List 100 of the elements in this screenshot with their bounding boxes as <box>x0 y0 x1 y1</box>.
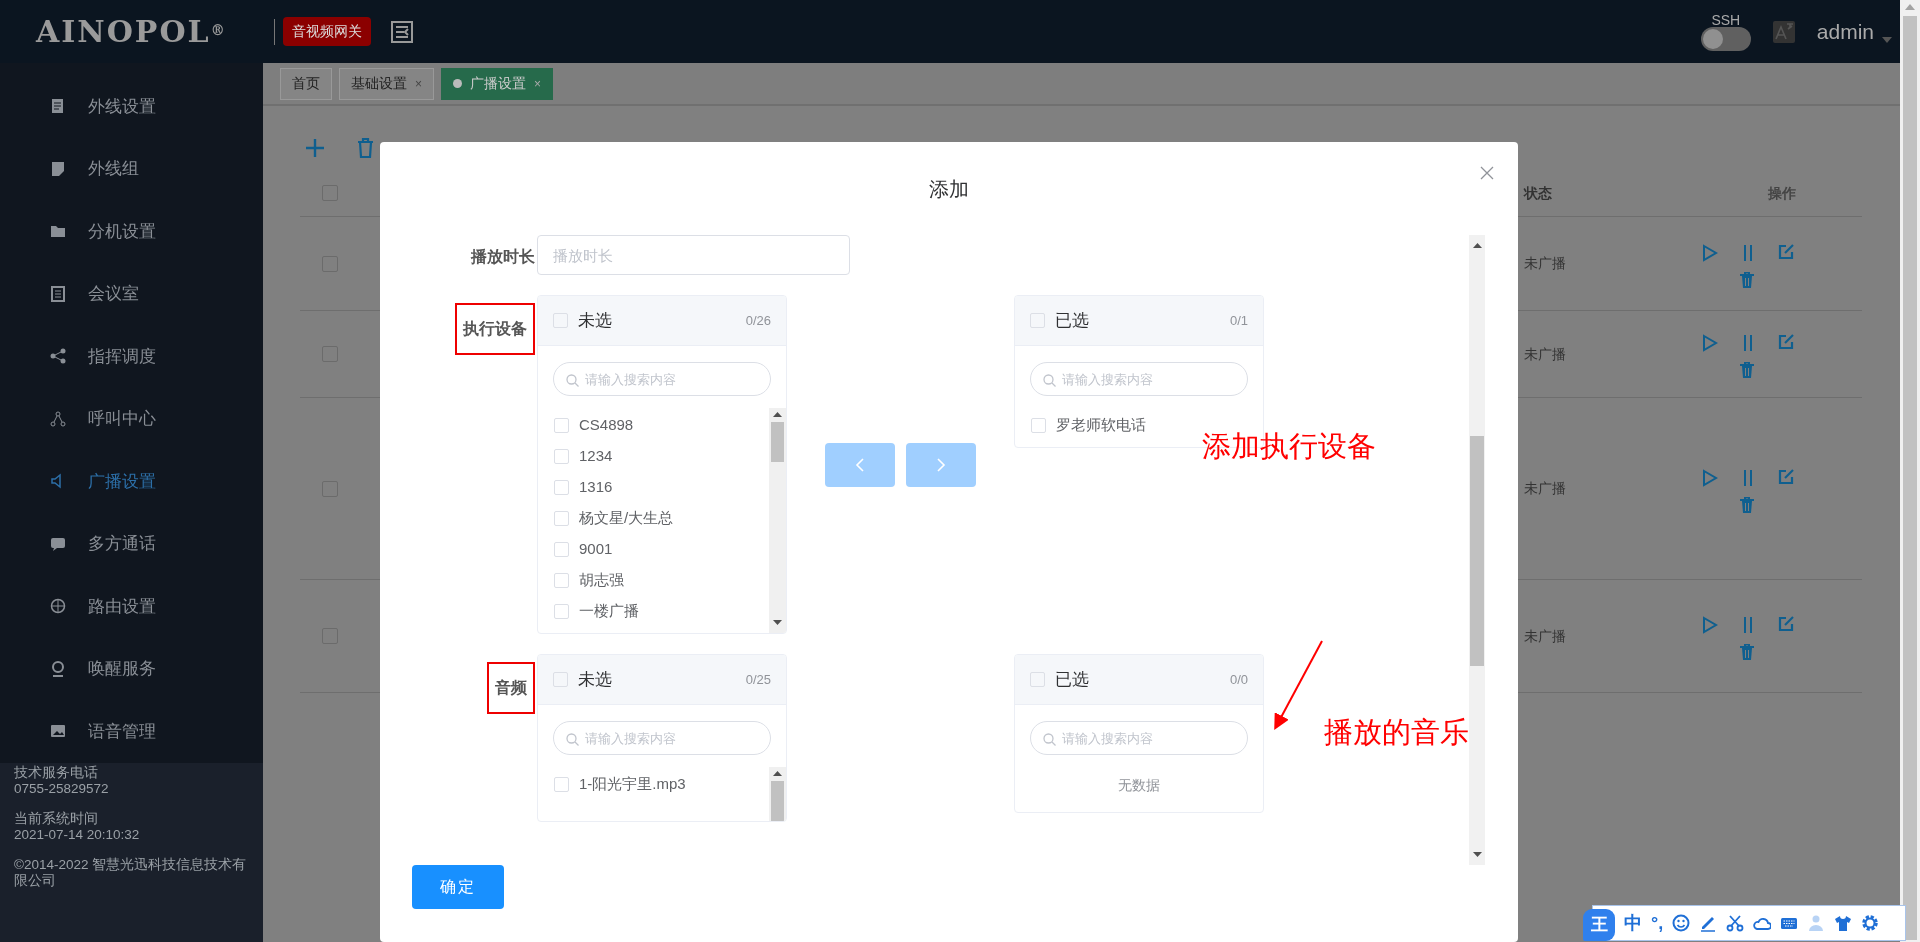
play-icon[interactable] <box>1702 334 1718 352</box>
caret-icon[interactable] <box>1882 36 1892 43</box>
table-cell-text: 未广播 <box>1524 344 1567 364</box>
sidebar-item[interactable]: 多方通话 <box>0 512 263 575</box>
translate-icon[interactable] <box>1772 20 1795 43</box>
list-item[interactable]: 1234 <box>538 441 769 472</box>
trash-icon[interactable] <box>1740 496 1754 513</box>
info-label: ©2014-2022 智慧光迅科技信息技术有限公司 <box>14 857 248 890</box>
sidebar-item[interactable]: 唤醒服务 <box>0 637 263 700</box>
edit-icon[interactable] <box>1778 243 1794 260</box>
settings-icon[interactable] <box>1861 914 1880 932</box>
search-field[interactable]: 请输入搜索内容 <box>1030 721 1248 755</box>
scroll-up-icon[interactable] <box>773 771 782 776</box>
scroll-down-icon[interactable] <box>1472 852 1482 857</box>
item-count: 0/0 <box>1229 670 1248 689</box>
list-item[interactable]: 1316 <box>538 472 769 503</box>
sidebar-item[interactable]: 语音管理 <box>0 700 263 763</box>
list-scrollbar[interactable] <box>769 767 786 821</box>
column-header: 操作 <box>1767 183 1797 203</box>
pen-icon[interactable] <box>1699 914 1718 932</box>
info-label: 当前系统时间 <box>14 810 99 828</box>
ssh-toggle[interactable] <box>1700 26 1751 51</box>
sidebar-item[interactable]: 路由设置 <box>0 575 263 638</box>
panel-title: 已选 <box>1055 668 1090 691</box>
edit-icon[interactable] <box>1778 616 1794 632</box>
scrollbar-thumb[interactable] <box>1903 16 1917 940</box>
scroll-up-icon[interactable] <box>1472 243 1482 248</box>
input-mode-toggle[interactable]: 中 <box>1624 914 1642 932</box>
input-field[interactable]: 播放时长 <box>537 235 850 275</box>
scroll-down-icon[interactable] <box>773 620 782 625</box>
sidebar-item[interactable]: 广播设置 <box>0 450 263 513</box>
user-name[interactable]: admin <box>1816 15 1874 48</box>
punctuation-toggle[interactable]: °, <box>1651 914 1664 932</box>
shirt-icon[interactable] <box>1834 914 1853 932</box>
person-icon[interactable] <box>1807 914 1826 932</box>
item-count: 0/25 <box>745 670 771 689</box>
search-field[interactable]: 请输入搜索内容 <box>553 362 771 396</box>
close-icon[interactable] <box>1480 166 1494 180</box>
gateway-badge: 音视频网关 <box>283 17 371 46</box>
annotation-text: 播放的音乐 <box>1324 715 1469 750</box>
list-item[interactable]: 1-阳光宇里.mp3 <box>538 769 769 800</box>
scissors-icon[interactable] <box>1726 914 1745 932</box>
info-value: 2021-07-14 20:10:32 <box>14 827 141 844</box>
page-scrollbar[interactable] <box>1900 0 1920 942</box>
edit-icon[interactable] <box>1778 468 1794 485</box>
trash-icon[interactable] <box>1740 362 1754 378</box>
sidebar-item[interactable]: 外线组 <box>0 137 263 200</box>
ssh-label: SSH <box>1711 12 1741 27</box>
play-icon[interactable] <box>1702 243 1718 262</box>
network-icon <box>50 348 66 365</box>
trash-icon[interactable] <box>357 138 374 158</box>
list-item[interactable]: 胡志强 <box>538 565 769 596</box>
dialog-title: 添加 <box>929 176 969 202</box>
ime-logo[interactable]: 王 <box>1583 909 1615 941</box>
field-label: 播放时长 <box>471 247 535 267</box>
chevron-left-icon <box>855 457 865 472</box>
edit-icon[interactable] <box>1778 334 1794 350</box>
scrollbar-thumb[interactable] <box>1470 436 1484 666</box>
tab[interactable]: 广播设置 × <box>441 67 554 100</box>
search-icon <box>1043 374 1056 387</box>
search-icon <box>566 733 579 746</box>
trash-icon[interactable] <box>1740 644 1754 660</box>
menu-icon[interactable] <box>391 20 413 43</box>
scrollbar-thumb[interactable] <box>771 422 784 462</box>
sidebar-item[interactable]: 分机设置 <box>0 200 263 263</box>
document-icon <box>50 98 66 115</box>
sidebar-item[interactable]: 会议室 <box>0 262 263 325</box>
tab-close-button[interactable]: × <box>534 74 542 93</box>
plus-icon[interactable] <box>305 138 325 158</box>
panel-title: 未选 <box>578 309 613 332</box>
sidebar-item[interactable]: 外线设置 <box>0 75 263 138</box>
list-item[interactable]: 9001 <box>538 534 769 565</box>
sidebar-item[interactable]: 呼叫中心 <box>0 387 263 450</box>
sidebar-item[interactable]: 指挥调度 <box>0 325 263 388</box>
scroll-up-icon[interactable] <box>773 412 782 417</box>
search-icon <box>1043 733 1056 746</box>
list-scrollbar[interactable] <box>769 408 786 633</box>
search-field[interactable]: 请输入搜索内容 <box>1030 362 1248 396</box>
field-label: 执行设备 <box>455 303 535 355</box>
tab[interactable]: 基础设置 × <box>339 67 434 100</box>
table-cell-text: 未广播 <box>1524 626 1567 646</box>
search-icon <box>566 374 579 387</box>
note-icon <box>50 160 66 177</box>
list-icon <box>50 285 66 302</box>
globe-icon <box>50 598 66 615</box>
scrollbar-thumb[interactable] <box>771 781 784 821</box>
modal-scrollbar[interactable] <box>1469 235 1485 865</box>
play-icon[interactable] <box>1702 616 1718 634</box>
tab[interactable]: 首页 <box>280 67 332 100</box>
empty-text: 无数据 <box>1117 776 1161 795</box>
list-item[interactable]: CS4898 <box>538 410 769 441</box>
list-item[interactable]: 一楼广播 <box>538 596 769 627</box>
trash-icon[interactable] <box>1740 271 1754 288</box>
folder-icon <box>50 223 66 240</box>
list-item[interactable]: 杨文星/大生总 <box>538 503 769 534</box>
search-field[interactable]: 请输入搜索内容 <box>553 721 771 755</box>
share-icon <box>50 410 66 427</box>
smiley-icon[interactable] <box>1672 914 1691 932</box>
confirm-button[interactable]: 确定 <box>412 865 504 909</box>
play-icon[interactable] <box>1702 468 1718 487</box>
